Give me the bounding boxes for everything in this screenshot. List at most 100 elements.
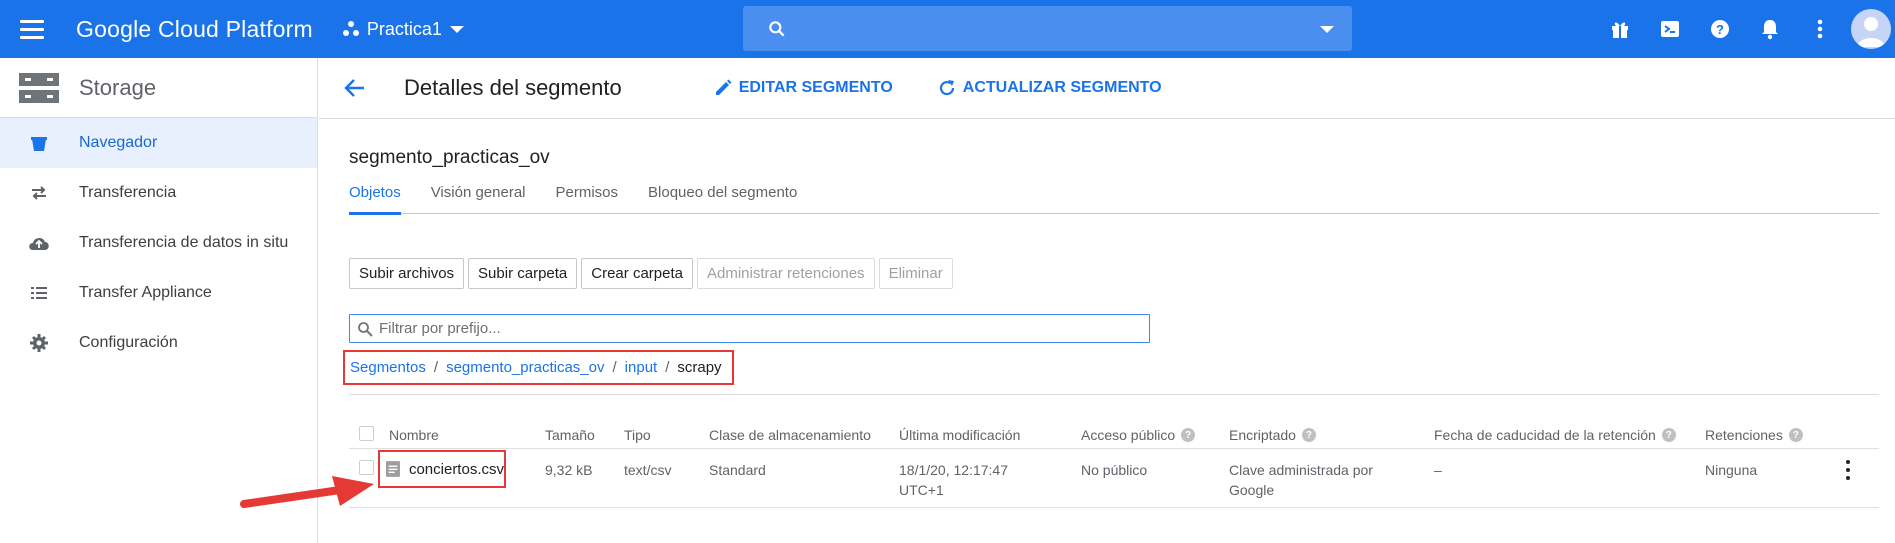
manage-retention-button[interactable]: Administrar retenciones xyxy=(696,258,875,289)
notifications-icon[interactable] xyxy=(1745,0,1795,58)
tab-vision-general[interactable]: Visión general xyxy=(431,176,526,214)
file-icon xyxy=(386,461,400,477)
sidebar-title: Storage xyxy=(79,74,157,100)
cloud-upload-icon xyxy=(28,235,50,251)
cell-encryption-line: Clave administrada por xyxy=(1229,462,1373,478)
refresh-bucket-button[interactable]: ACTUALIZAR SEGMENTO xyxy=(938,79,1162,97)
sidebar-item-navegador[interactable]: Navegador xyxy=(0,118,317,168)
cell-public-access: No público xyxy=(1081,462,1148,478)
list-icon xyxy=(28,286,50,300)
sidebar-item-label: Configuración xyxy=(79,334,178,351)
breadcrumb-separator: / xyxy=(665,359,670,376)
column-header-label: Nombre xyxy=(389,427,439,443)
breadcrumb-input[interactable]: input xyxy=(625,359,658,376)
page-header: Detalles del segmento EDITAR SEGMENTO AC… xyxy=(319,58,1895,119)
sidebar-item-transferencia[interactable]: Transferencia xyxy=(0,168,317,218)
project-dots-icon xyxy=(342,21,359,37)
sidebar-header: Storage xyxy=(0,58,317,118)
cloud-shell-icon[interactable] xyxy=(1645,0,1695,58)
column-header-retention-expiry[interactable]: Fecha de caducidad de la retención? xyxy=(1434,427,1676,443)
prefix-filter-input[interactable] xyxy=(379,320,1139,337)
column-header-label: Encriptado xyxy=(1229,427,1296,443)
storage-icon xyxy=(19,72,59,103)
column-header-public-access[interactable]: Acceso público? xyxy=(1081,427,1196,443)
sidebar-item-label: Transferencia de datos in situ xyxy=(79,234,289,251)
column-header-label: Tamaño xyxy=(545,427,595,443)
bucket-name: segmento_practicas_ov xyxy=(349,147,550,168)
main-content: Detalles del segmento EDITAR SEGMENTO AC… xyxy=(319,58,1895,543)
prefix-filter[interactable] xyxy=(349,314,1150,343)
project-selector[interactable]: Practica1 xyxy=(342,19,464,40)
upload-folder-button[interactable]: Subir carpeta xyxy=(468,258,578,289)
breadcrumb-bucket[interactable]: segmento_practicas_ov xyxy=(446,359,604,376)
annotation-arrow xyxy=(240,476,374,508)
help-icon[interactable]: ? xyxy=(1695,0,1745,58)
divider xyxy=(349,394,1879,395)
account-avatar[interactable] xyxy=(1851,9,1891,49)
breadcrumb-current: scrapy xyxy=(677,359,722,376)
select-all-checkbox[interactable] xyxy=(359,426,374,441)
brand-title[interactable]: Google Cloud Platform xyxy=(76,16,313,43)
pencil-icon xyxy=(715,79,732,95)
search-bar[interactable] xyxy=(743,6,1352,51)
cell-holds: Ninguna xyxy=(1705,462,1758,478)
breadcrumb-separator: / xyxy=(433,359,439,376)
svg-text:?: ? xyxy=(1716,22,1724,37)
transfer-arrows-icon xyxy=(28,184,50,202)
cell-size: 9,32 kB xyxy=(545,462,593,478)
sidebar-item-label: Navegador xyxy=(79,134,158,151)
column-header-label: Fecha de caducidad de la retención xyxy=(1434,427,1656,443)
more-vert-icon[interactable] xyxy=(1795,0,1845,58)
help-icon[interactable]: ? xyxy=(1661,428,1676,442)
gear-icon xyxy=(28,334,50,352)
column-header-label: Retenciones xyxy=(1705,427,1783,443)
bucket-icon xyxy=(28,134,50,152)
chevron-down-icon xyxy=(449,25,464,33)
help-icon[interactable]: ? xyxy=(1181,428,1196,442)
upload-files-button[interactable]: Subir archivos xyxy=(349,258,465,289)
help-icon[interactable]: ? xyxy=(1788,428,1803,442)
sidebar-item-label: Transfer Appliance xyxy=(79,284,212,301)
search-icon xyxy=(769,20,785,36)
menu-icon[interactable] xyxy=(20,10,58,48)
create-folder-button[interactable]: Crear carpeta xyxy=(581,258,693,289)
breadcrumb-separator: / xyxy=(612,359,617,376)
column-header-label: Tipo xyxy=(624,427,651,443)
column-header-name[interactable]: Nombre xyxy=(389,427,439,443)
delete-button[interactable]: Eliminar xyxy=(878,258,953,289)
objects-toolbar: Subir archivos Subir carpeta Crear carpe… xyxy=(349,258,953,289)
page-title: Detalles del segmento xyxy=(404,75,622,100)
breadcrumb-segmentos[interactable]: Segmentos xyxy=(350,359,426,376)
column-header-holds[interactable]: Retenciones? xyxy=(1705,427,1803,443)
cell-retention-expiry: – xyxy=(1434,462,1442,478)
column-header-label: Clase de almacenamiento xyxy=(709,427,871,443)
tab-objetos[interactable]: Objetos xyxy=(349,176,401,215)
column-header-encryption[interactable]: Encriptado? xyxy=(1229,427,1316,443)
column-header-size[interactable]: Tamaño xyxy=(545,427,595,443)
sidebar-item-label: Transferencia xyxy=(79,184,177,201)
sidebar-item-transfer-appliance[interactable]: Transfer Appliance xyxy=(0,268,317,318)
breadcrumb: Segmentos / segmento_practicas_ov / inpu… xyxy=(343,350,734,385)
gift-icon[interactable] xyxy=(1595,0,1645,58)
help-icon[interactable]: ? xyxy=(1301,428,1316,442)
file-name-link[interactable]: conciertos.csv xyxy=(409,461,504,478)
column-header-modified[interactable]: Última modificación xyxy=(899,427,1020,443)
cell-storage-class: Standard xyxy=(709,462,766,478)
edit-bucket-label: EDITAR SEGMENTO xyxy=(738,79,893,96)
tab-bloqueo[interactable]: Bloqueo del segmento xyxy=(648,176,797,214)
sidebar-item-transferencia-in-situ[interactable]: Transferencia de datos in situ xyxy=(0,218,317,268)
edit-bucket-button[interactable]: EDITAR SEGMENTO xyxy=(714,79,893,97)
search-dropdown-icon[interactable] xyxy=(1320,26,1334,33)
tab-permisos[interactable]: Permisos xyxy=(556,176,619,214)
column-header-storage-class[interactable]: Clase de almacenamiento xyxy=(709,427,871,443)
column-header-type[interactable]: Tipo xyxy=(624,427,651,443)
cell-modified-date: 18/1/20, 12:17:47 xyxy=(899,462,1008,478)
top-app-bar: Google Cloud Platform Practica1 ? xyxy=(0,0,1895,58)
sidebar-item-configuracion[interactable]: Configuración xyxy=(0,318,317,368)
row-more-vert-icon[interactable] xyxy=(1841,458,1855,482)
back-arrow-icon[interactable] xyxy=(341,74,369,102)
table-row-name-cell: conciertos.csv xyxy=(378,450,506,488)
cell-modified-tz: UTC+1 xyxy=(899,482,944,498)
cell-modified: 18/1/20, 12:17:47 UTC+1 xyxy=(899,460,1008,500)
refresh-bucket-label: ACTUALIZAR SEGMENTO xyxy=(962,79,1162,96)
